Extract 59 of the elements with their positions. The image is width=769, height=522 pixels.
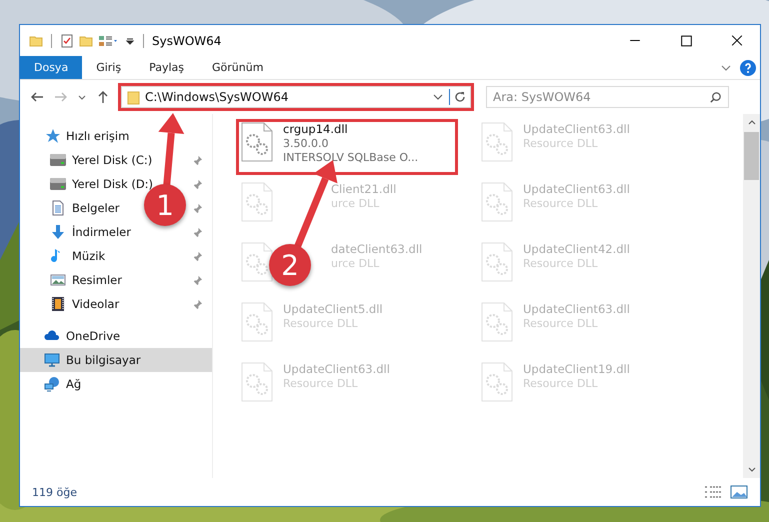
ribbon-tab[interactable]: Giriş bbox=[82, 56, 136, 79]
item-count: 119 öğe bbox=[32, 486, 77, 498]
address-bar[interactable]: C:\Windows\SysWOW64 bbox=[121, 86, 471, 108]
download-arrow-icon bbox=[50, 224, 66, 240]
file-name: UpdateClient5.dll bbox=[283, 302, 383, 316]
ribbon-tab[interactable]: Dosya bbox=[20, 56, 82, 79]
document-icon bbox=[50, 200, 66, 216]
large-icons-view-icon[interactable] bbox=[730, 485, 748, 499]
drive-icon bbox=[50, 152, 66, 168]
dll-file-icon bbox=[481, 362, 513, 402]
monitor-icon bbox=[44, 352, 60, 368]
file-name: UpdateClient19.dll bbox=[523, 362, 630, 376]
address-path: C:\Windows\SysWOW64 bbox=[145, 90, 288, 104]
drive-icon bbox=[50, 176, 66, 192]
file-name: UpdateClient42.dll bbox=[523, 242, 630, 256]
folder-icon bbox=[127, 90, 140, 104]
file-name: Client21.dll bbox=[331, 182, 396, 196]
details-view-icon[interactable] bbox=[704, 485, 722, 499]
sidebar-item[interactable]: Bu bilgisayar bbox=[66, 353, 141, 367]
sidebar-item[interactable]: OneDrive bbox=[66, 329, 120, 343]
dll-file-icon bbox=[481, 242, 513, 282]
dll-file-icon bbox=[481, 182, 513, 222]
sidebar-item[interactable]: İndirmeler bbox=[72, 225, 131, 239]
help-icon[interactable] bbox=[740, 60, 756, 76]
dll-file-icon bbox=[241, 302, 273, 342]
file-name: UpdateClient63.dll bbox=[523, 122, 630, 136]
file-name: crgup14.dll bbox=[283, 122, 349, 136]
sidebar-item[interactable]: Ağ bbox=[66, 377, 82, 391]
ribbon-tab[interactable]: Görünüm bbox=[198, 56, 278, 79]
properties-icon[interactable] bbox=[60, 34, 74, 48]
scroll-thumb[interactable] bbox=[744, 132, 759, 180]
scrollbar[interactable] bbox=[743, 114, 760, 478]
search-icon bbox=[709, 91, 722, 104]
ribbon-tab[interactable]: Paylaş bbox=[135, 56, 198, 79]
window-title: SysWOW64 bbox=[152, 34, 222, 48]
sidebar-item[interactable]: Videolar bbox=[72, 297, 120, 311]
star-icon bbox=[44, 128, 60, 144]
file-name: UpdateClient63.dll bbox=[283, 362, 390, 376]
sidebar-item[interactable]: Belgeler bbox=[72, 201, 120, 215]
film-icon bbox=[50, 296, 66, 312]
dll-file-icon bbox=[241, 182, 273, 222]
dll-file-icon bbox=[241, 242, 273, 282]
view-options-icon[interactable] bbox=[98, 34, 120, 48]
search-field[interactable]: Ara: SysWOW64 bbox=[486, 86, 729, 108]
file-name: UpdateClient63.dll bbox=[523, 182, 630, 196]
file-description: INTERSOLV SQLBase O... bbox=[283, 151, 418, 164]
sidebar-item[interactable]: Yerel Disk (C:) bbox=[72, 153, 152, 167]
file-version: 3.50.0.0 bbox=[283, 137, 330, 150]
dll-file-icon bbox=[481, 122, 513, 162]
dll-file-icon bbox=[481, 302, 513, 342]
sidebar-item[interactable]: Resimler bbox=[72, 273, 122, 287]
file-name: dateClient63.dll bbox=[331, 242, 422, 256]
network-icon bbox=[44, 376, 60, 392]
sidebar-item[interactable]: Hızlı erişim bbox=[66, 129, 130, 143]
picture-icon bbox=[50, 272, 66, 288]
sidebar-item[interactable]: Müzik bbox=[72, 249, 106, 263]
dll-file-icon bbox=[241, 122, 273, 162]
dll-file-icon bbox=[241, 362, 273, 402]
file-name: UpdateClient63.dll bbox=[523, 302, 630, 316]
